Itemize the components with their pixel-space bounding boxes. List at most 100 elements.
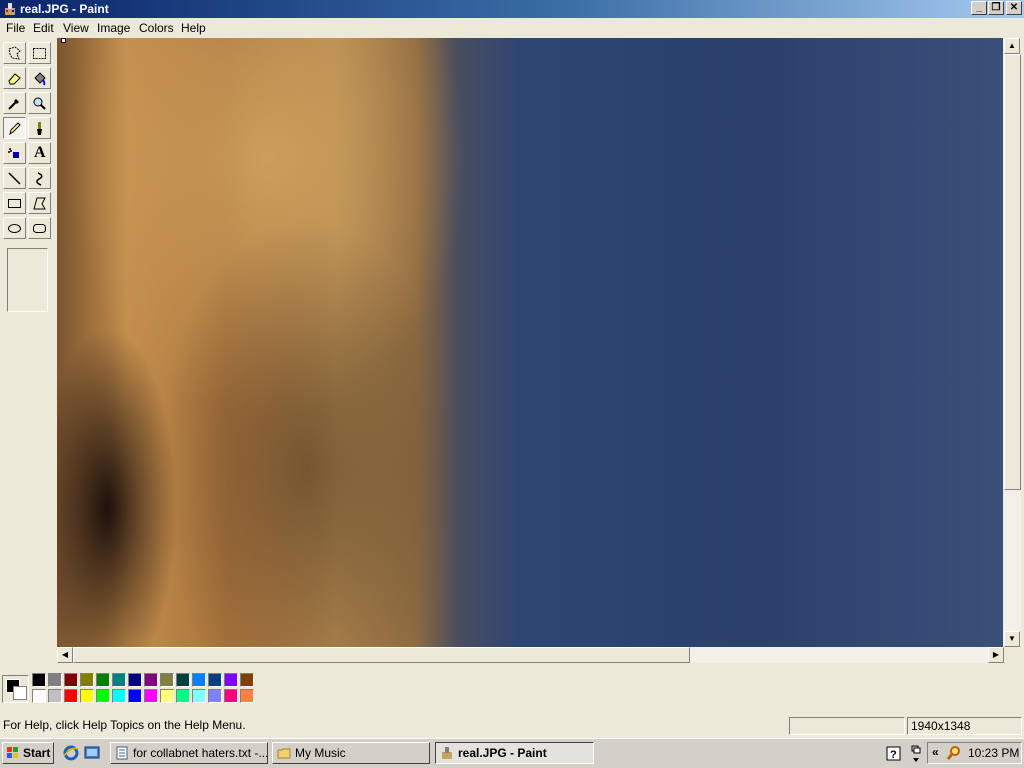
status-size: 1940x1348 — [907, 717, 1022, 735]
menu-view[interactable]: View — [63, 21, 89, 35]
close-button[interactable]: ✕ — [1006, 1, 1022, 15]
notepad-icon — [116, 746, 128, 760]
menu-image[interactable]: Image — [97, 21, 130, 35]
tool-options-box[interactable] — [7, 248, 48, 312]
horizontal-scroll-thumb[interactable] — [73, 647, 690, 663]
folder-icon — [277, 748, 291, 759]
palette-swatch[interactable] — [160, 689, 174, 703]
window-title: real.JPG - Paint — [20, 2, 109, 16]
ie-quicklaunch-icon[interactable] — [62, 744, 80, 762]
start-button[interactable]: Start — [2, 742, 54, 764]
palette-swatch[interactable] — [80, 673, 94, 687]
toolbox: A — [0, 38, 56, 664]
scroll-right-button[interactable]: ▶ — [988, 647, 1004, 663]
rectangle-tool[interactable] — [3, 192, 26, 214]
pick-color-tool[interactable] — [3, 92, 26, 114]
maximize-button[interactable]: ❐ — [988, 1, 1004, 15]
canvas-resize-handle[interactable] — [61, 38, 66, 43]
status-help-text: For Help, click Help Topics on the Help … — [3, 718, 246, 732]
scroll-left-button[interactable]: ◀ — [57, 647, 73, 663]
line-tool[interactable] — [3, 167, 26, 189]
palette-swatch[interactable] — [96, 673, 110, 687]
tray-expand-button[interactable]: « — [932, 745, 939, 759]
palette-swatch[interactable] — [48, 673, 62, 687]
ellipse-tool[interactable] — [3, 217, 26, 239]
curve-tool[interactable] — [28, 167, 51, 189]
menu-edit[interactable]: Edit — [33, 21, 54, 35]
palette-swatch[interactable] — [128, 673, 142, 687]
palette-swatch[interactable] — [64, 689, 78, 703]
magnifier-tool[interactable] — [28, 92, 51, 114]
text-tool[interactable]: A — [28, 142, 51, 164]
palette-swatch[interactable] — [208, 689, 222, 703]
fill-tool[interactable] — [28, 67, 51, 89]
windows-logo-icon — [7, 747, 18, 758]
palette-swatch[interactable] — [176, 673, 190, 687]
horizontal-scrollbar[interactable]: ◀ ▶ — [57, 647, 1004, 663]
task-my-music[interactable]: My Music — [272, 742, 430, 764]
vertical-scrollbar[interactable]: ▲ ▼ — [1004, 38, 1021, 647]
canvas-area[interactable] — [57, 38, 1003, 647]
task-real-jpg-paint[interactable]: real.JPG - Paint — [435, 742, 594, 764]
current-colors[interactable] — [2, 675, 29, 703]
color-palette — [0, 666, 1024, 712]
palette-swatch[interactable] — [192, 673, 206, 687]
taskbar: Start for collabnet haters.txt -... My M… — [0, 738, 1024, 768]
palette-swatch[interactable] — [192, 689, 206, 703]
restore-toolbar-icon[interactable] — [909, 744, 923, 764]
start-label: Start — [23, 746, 51, 760]
palette-swatch[interactable] — [144, 689, 158, 703]
task-label: for collabnet haters.txt -... — [133, 746, 268, 760]
palette-swatch[interactable] — [64, 673, 78, 687]
palette-swatch[interactable] — [112, 689, 126, 703]
palette-swatch[interactable] — [208, 673, 222, 687]
palette-swatch[interactable] — [224, 689, 238, 703]
task-label: real.JPG - Paint — [458, 746, 547, 760]
clock: 10:23 PM — [968, 746, 1020, 760]
palette-swatch[interactable] — [96, 689, 110, 703]
palette-swatch[interactable] — [112, 673, 126, 687]
palette-swatch[interactable] — [144, 673, 158, 687]
help-icon[interactable]: ? — [886, 746, 901, 761]
task-collabnet-haters[interactable]: for collabnet haters.txt -... — [110, 742, 268, 764]
title-bar: real.JPG - Paint _ ❐ ✕ — [0, 0, 1024, 18]
free-form-select-tool[interactable] — [3, 42, 26, 64]
palette-swatch[interactable] — [224, 673, 238, 687]
canvas-image[interactable] — [57, 38, 1003, 647]
free-form-select-icon — [8, 46, 21, 60]
eraser-tool[interactable] — [3, 67, 26, 89]
palette-swatch[interactable] — [48, 689, 62, 703]
rounded-rectangle-icon — [33, 224, 46, 233]
eyedropper-icon — [8, 99, 19, 110]
palette-swatch[interactable] — [80, 689, 94, 703]
palette-swatch[interactable] — [160, 673, 174, 687]
polygon-tool[interactable] — [28, 192, 51, 214]
scroll-down-button[interactable]: ▼ — [1004, 631, 1020, 647]
airbrush-tool[interactable] — [3, 142, 26, 164]
paint-app-icon — [442, 747, 452, 759]
palette-swatch[interactable] — [176, 689, 190, 703]
palette-swatch[interactable] — [240, 689, 254, 703]
status-position — [789, 717, 905, 735]
brush-icon — [37, 122, 42, 135]
palette-swatch[interactable] — [128, 689, 142, 703]
search-tray-icon[interactable] — [946, 745, 962, 761]
magnifier-icon — [33, 97, 46, 110]
palette-swatch[interactable] — [240, 673, 254, 687]
palette-swatch[interactable] — [32, 689, 46, 703]
pencil-tool[interactable] — [3, 117, 26, 139]
menu-bar: File Edit View Image Colors Help — [0, 18, 1024, 37]
desktop-quicklaunch-icon[interactable] — [83, 744, 101, 762]
menu-help[interactable]: Help — [181, 21, 206, 35]
vertical-scroll-thumb[interactable] — [1004, 54, 1021, 490]
minimize-button[interactable]: _ — [971, 1, 987, 15]
menu-file[interactable]: File — [6, 21, 25, 35]
system-tray: « 10:23 PM — [927, 742, 1022, 764]
menu-colors[interactable]: Colors — [139, 21, 174, 35]
palette-swatch[interactable] — [32, 673, 46, 687]
scroll-up-button[interactable]: ▲ — [1004, 38, 1020, 54]
brush-tool[interactable] — [28, 117, 51, 139]
background-color — [13, 686, 27, 700]
rect-select-tool[interactable] — [28, 42, 51, 64]
rounded-rectangle-tool[interactable] — [28, 217, 51, 239]
